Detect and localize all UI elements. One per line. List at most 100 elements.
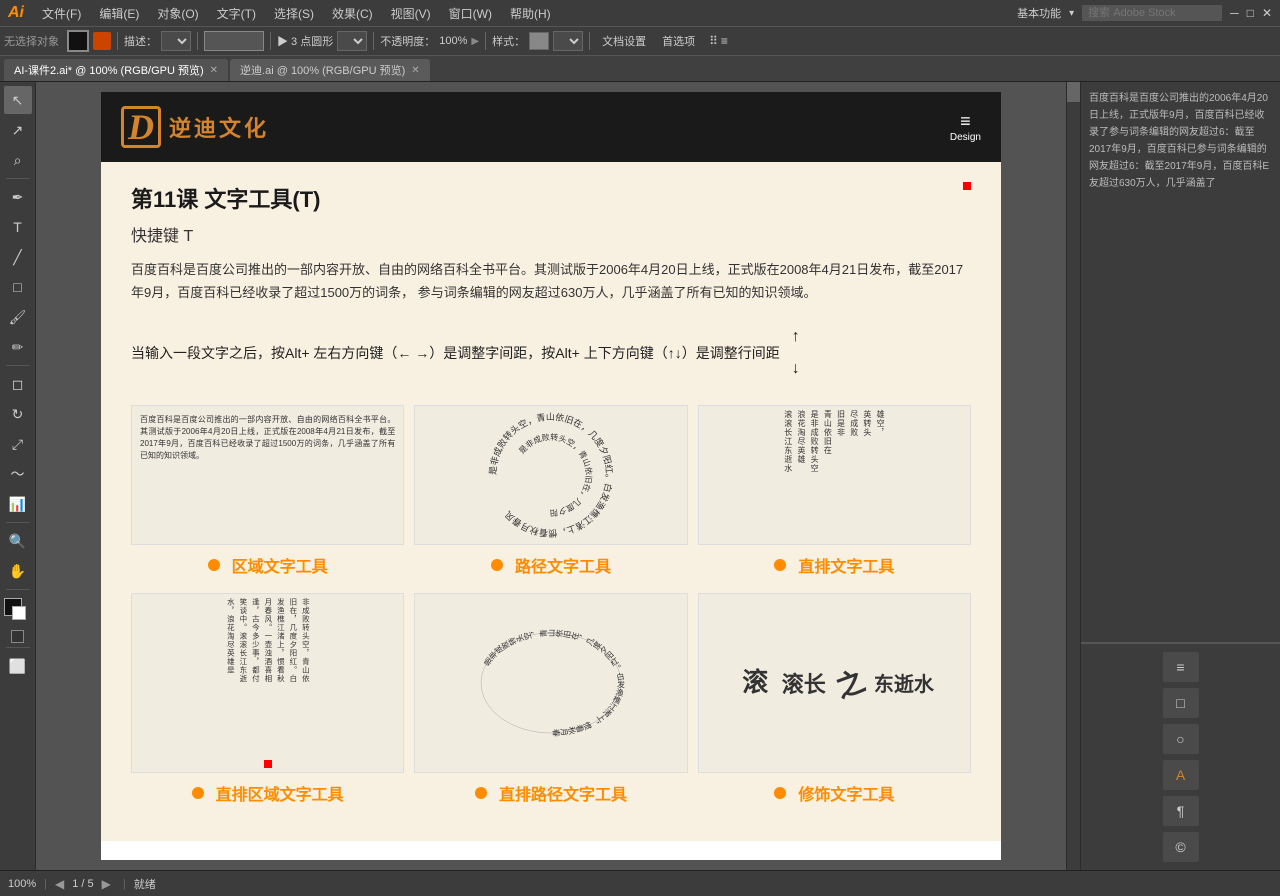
path-text-name: 路径文字工具 [515, 553, 611, 577]
doc-header: D 逆迪文化 ≡ Design [101, 92, 1001, 162]
preferences-btn[interactable]: 首选项 [656, 31, 701, 51]
sep5 [485, 32, 486, 50]
bg-color[interactable] [12, 606, 26, 620]
va-col2: 旧在，几度夕阳红。白 [287, 598, 298, 768]
tab-file2[interactable]: 逆迪.ai @ 100% (RGB/GPU 预览) ✕ [230, 59, 430, 81]
r-para-tool[interactable]: ¶ [1163, 796, 1199, 826]
sep1 [117, 32, 118, 50]
r-align-tool[interactable]: ≡ [1163, 652, 1199, 682]
workspace-label[interactable]: 基本功能 [1017, 5, 1061, 21]
path-text-svg: 是非成败转头空，青山依旧在，几度夕阳红。白发渔樵江渚上，惯看秋月春风 是非成败转… [451, 405, 651, 545]
opacity-arrow[interactable]: ▶ [471, 36, 479, 47]
area-dot [208, 559, 220, 571]
eraser-tool[interactable]: ◻ [4, 370, 32, 398]
pen-tool[interactable]: ✒ [4, 183, 32, 211]
workspace-dropdown-icon[interactable]: ▾ [1069, 8, 1074, 19]
warp-tool[interactable]: 〜 [4, 460, 32, 488]
zoom-level[interactable]: 100% [8, 878, 36, 890]
r-circle-tool[interactable]: ○ [1163, 724, 1199, 754]
hamburger-icon[interactable]: ≡ [960, 112, 971, 130]
points-select[interactable] [337, 31, 367, 51]
graph-tool[interactable]: 📊 [4, 490, 32, 518]
r-rect-tool[interactable]: □ [1163, 688, 1199, 718]
panel-toggle[interactable]: ≡ [721, 34, 728, 48]
deco-char1: 滚 [735, 668, 772, 698]
color-box[interactable] [4, 598, 32, 626]
stroke-color-swatch[interactable] [67, 30, 89, 52]
v-area-dot [192, 787, 204, 799]
menu-help[interactable]: 帮助(H) [502, 3, 559, 24]
area-text-demo: 百度百科是百度公司推出的一部内容开放、自由的网络百科全书平台。其测试版于2006… [131, 405, 404, 545]
menu-select[interactable]: 选择(S) [266, 3, 322, 24]
up-arrow-icon: ↑↓ [792, 321, 800, 385]
desc-select[interactable] [161, 31, 191, 51]
tab-file1[interactable]: AI-课件2.ai* @ 100% (RGB/GPU 预览) ✕ [4, 59, 228, 81]
status-text: 就绪 [134, 876, 156, 892]
menu-object[interactable]: 对象(O) [149, 3, 206, 24]
right-panel: 百度百科是百度公司推出的2006年4月20日上线，正式版年9月，百度百科已经收录… [1080, 82, 1280, 870]
deco-text-name: 修饰文字工具 [798, 781, 894, 805]
menu-file[interactable]: 文件(F) [34, 3, 89, 24]
close-button[interactable]: ✕ [1262, 6, 1272, 20]
lasso-tool[interactable]: ⌕ [4, 146, 32, 174]
lesson-header: 第11课 文字工具(T) 快捷键 T [131, 182, 971, 246]
restore-button[interactable]: □ [1247, 6, 1254, 20]
svg-text:是非成败转头空，青山依旧在，几度夕阳: 是非成败转头空，青山依旧在，几度夕阳 [517, 432, 594, 517]
rotate-tool[interactable]: ↻ [4, 400, 32, 428]
minimize-button[interactable]: ─ [1230, 6, 1239, 20]
opacity-value: 100% [439, 35, 467, 47]
area-text-label: 区域文字工具 [208, 553, 328, 577]
description-text: 百度百科是百度公司推出的一部内容开放、自由的网络百科全书平台。其测试版于2006… [131, 258, 971, 305]
direct-select-tool[interactable]: ↗ [4, 116, 32, 144]
line-tool[interactable]: ╱ [4, 243, 32, 271]
right-panel-text: 百度百科是百度公司推出的2006年4月20日上线，正式版年9月，百度百科已经收录… [1081, 82, 1280, 643]
tool-sep4 [6, 589, 30, 590]
deco-text-label: 修饰文字工具 [774, 781, 894, 805]
menu-window[interactable]: 窗口(W) [441, 3, 500, 24]
tools-panel: ↖ ↗ ⌕ ✒ T ╱ □ 🖌 ✏ ◻ ↻ ⤢ 〜 📊 🔍 ✋ ⬜ [0, 82, 36, 870]
zoom-tool[interactable]: 🔍 [4, 527, 32, 555]
app-logo: Ai [8, 4, 24, 22]
tool-sep1 [6, 178, 30, 179]
nav-next[interactable]: ▶ [102, 877, 111, 891]
tab-close-2[interactable]: ✕ [411, 65, 419, 76]
menu-view[interactable]: 视图(V) [383, 3, 439, 24]
pencil-tool[interactable]: ✏ [4, 333, 32, 361]
r-char-tool[interactable]: © [1163, 832, 1199, 862]
menu-edit[interactable]: 编辑(E) [91, 3, 147, 24]
none-color-btn[interactable] [11, 630, 24, 643]
deco-content: 滚 滚长 之 东逝水 [699, 594, 970, 772]
v-scrollbar[interactable] [1066, 82, 1080, 870]
va-col1: 非成败转头空，青山依 [300, 598, 311, 768]
shape-tool[interactable]: □ [4, 273, 32, 301]
vertical-path-demo: 是非成败转头空，青山依旧在，几度夕阳红。白发渔樵江渚上，惯看秋月春 [414, 593, 687, 773]
menu-effect[interactable]: 效果(C) [324, 3, 381, 24]
color-picker-btn[interactable] [93, 32, 111, 50]
nav-prev[interactable]: ◀ [55, 877, 64, 891]
col3: 是非成败转头空 [809, 410, 820, 540]
vertical-path-label: 直排路径文字工具 [475, 781, 627, 805]
canvas-area[interactable]: D 逆迪文化 ≡ Design 第11课 文字工具(T) 快捷键 T 百度百科是… [36, 82, 1066, 870]
doc-logo: D 逆迪文化 [121, 106, 269, 148]
paintbrush-tool[interactable]: 🖌 [4, 303, 32, 331]
menu-text[interactable]: 文字(T) [209, 3, 264, 24]
style-swatch[interactable] [529, 32, 549, 50]
doc-settings-btn[interactable]: 文档设置 [596, 31, 652, 51]
artboard-tool[interactable]: ⬜ [4, 652, 32, 680]
type-tool[interactable]: T [4, 213, 32, 241]
scrollbar-thumb[interactable] [1067, 82, 1080, 102]
hand-tool[interactable]: ✋ [4, 557, 32, 585]
path-dot [491, 559, 503, 571]
style-select[interactable] [553, 31, 583, 51]
lesson-title: 第11课 文字工具(T) [131, 182, 971, 214]
col8: 雄空， [875, 410, 886, 540]
select-tool[interactable]: ↖ [4, 86, 32, 114]
search-input[interactable] [1082, 5, 1222, 21]
tab-close-1[interactable]: ✕ [210, 65, 218, 76]
arrange-icons[interactable]: ⠿ [709, 34, 718, 48]
scale-tool[interactable]: ⤢ [4, 430, 32, 458]
col1: 滚滚长江东逝水 [783, 410, 794, 540]
r-text-tool[interactable]: A [1163, 760, 1199, 790]
tools-grid-bottom: 非成败转头空，青山依 旧在，几度夕阳红。白 发渔樵江渚上，惯看秋 月春风。一壶浊… [131, 593, 971, 805]
v-path-dot [475, 787, 487, 799]
